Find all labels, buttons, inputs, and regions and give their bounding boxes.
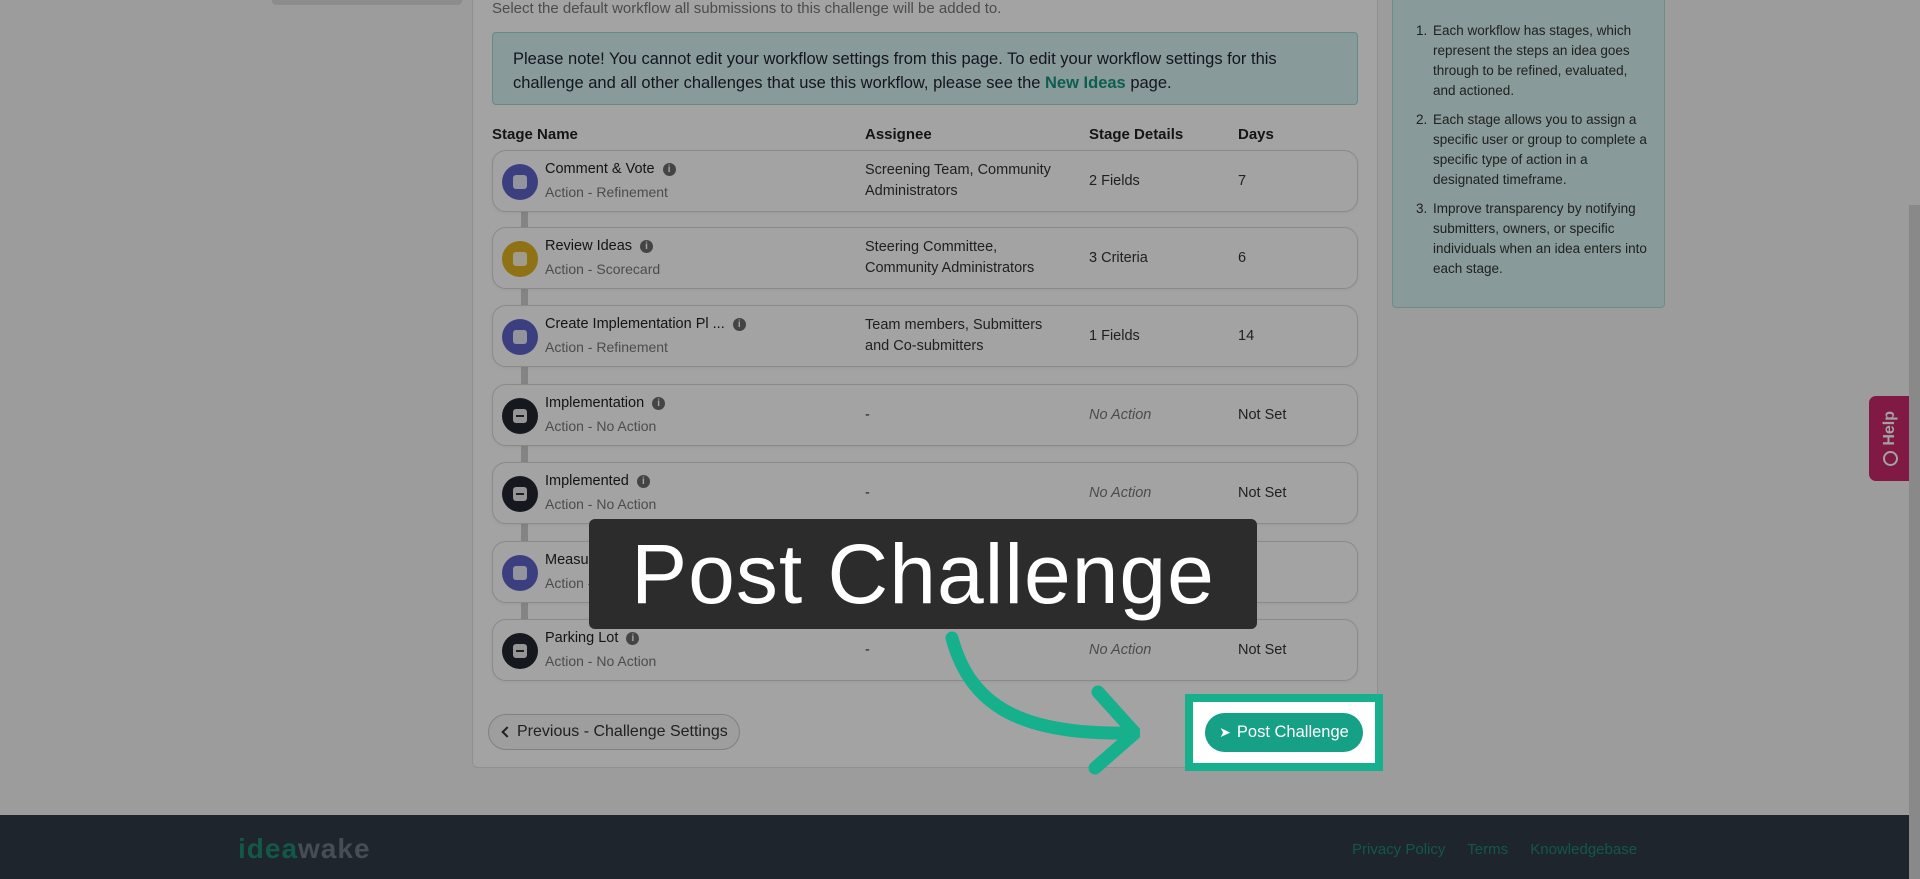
post-challenge-button[interactable]: ➤ Post Challenge — [1205, 713, 1363, 752]
tooltip-callout: Post Challenge — [589, 519, 1257, 629]
arrow-icon — [945, 631, 1140, 775]
rocket-icon: ➤ — [1219, 724, 1231, 740]
post-challenge-label: Post Challenge — [1236, 723, 1349, 741]
